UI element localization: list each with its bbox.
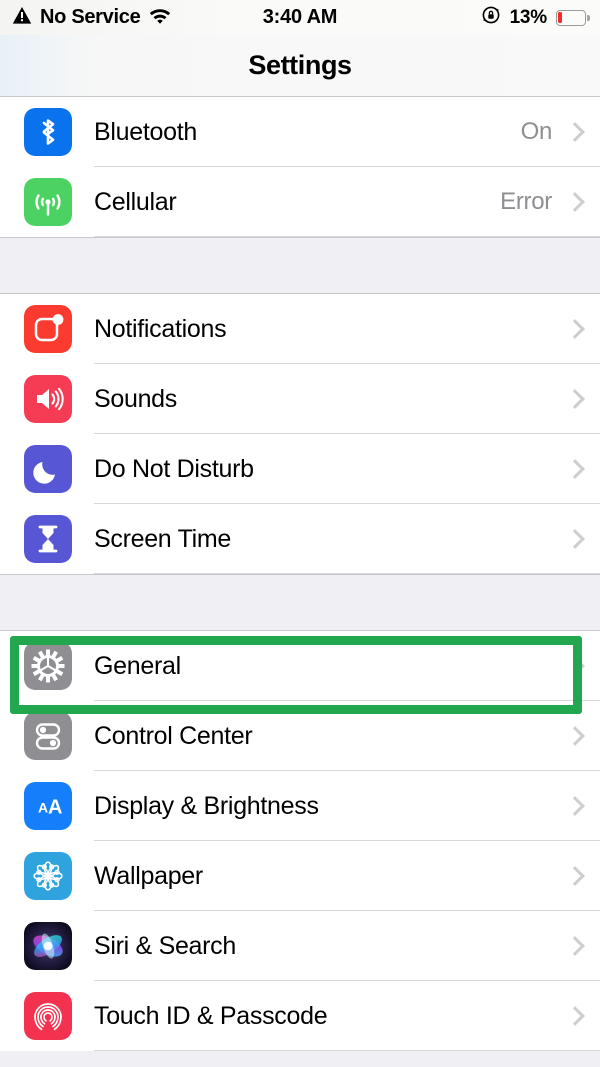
wallpaper-icon bbox=[24, 852, 72, 900]
settings-row-label: Bluetooth bbox=[94, 117, 197, 146]
chevron-right-icon bbox=[568, 319, 580, 339]
settings-row-label: General bbox=[94, 651, 181, 680]
row-separator bbox=[94, 1050, 600, 1051]
settings-row-label: Display & Brightness bbox=[94, 791, 319, 820]
siri-icon bbox=[24, 922, 72, 970]
settings-row-label: Control Center bbox=[94, 721, 253, 750]
settings-row-control-center[interactable]: Control Center bbox=[0, 701, 600, 771]
settings-row-accessory bbox=[568, 389, 580, 409]
chevron-right-icon bbox=[568, 1006, 580, 1026]
settings-group-system: General Control Center A A Display & Bri… bbox=[0, 631, 600, 1051]
screen-time-icon bbox=[24, 515, 72, 563]
chevron-right-icon bbox=[568, 726, 580, 746]
chevron-right-icon bbox=[568, 389, 580, 409]
settings-row-do-not-disturb[interactable]: Do Not Disturb bbox=[0, 434, 600, 504]
settings-row-label: Touch ID & Passcode bbox=[94, 1001, 328, 1030]
chevron-right-icon bbox=[568, 192, 580, 212]
do-not-disturb-icon bbox=[24, 445, 72, 493]
settings-row-accessory bbox=[568, 1006, 580, 1026]
settings-row-accessory: On bbox=[521, 118, 580, 146]
settings-row-bluetooth[interactable]: Bluetooth On bbox=[0, 97, 600, 167]
settings-row-accessory bbox=[568, 319, 580, 339]
gear-icon bbox=[24, 642, 72, 690]
chevron-right-icon bbox=[568, 529, 580, 549]
settings-row-label: Wallpaper bbox=[94, 861, 203, 890]
settings-row-cellular[interactable]: Cellular Error bbox=[0, 167, 600, 237]
battery-icon bbox=[556, 9, 590, 26]
settings-row-accessory bbox=[568, 936, 580, 956]
battery-percent-label: 13% bbox=[509, 6, 548, 28]
settings-row-general[interactable]: General bbox=[0, 631, 600, 701]
settings-row-label: Cellular bbox=[94, 187, 177, 216]
clock-label: 3:40 AM bbox=[262, 6, 338, 28]
chevron-right-icon bbox=[568, 936, 580, 956]
row-separator bbox=[94, 236, 600, 237]
settings-row-accessory: Error bbox=[500, 188, 580, 216]
settings-row-accessory bbox=[568, 796, 580, 816]
row-separator bbox=[94, 573, 600, 574]
settings-row-touch-id-passcode[interactable]: Touch ID & Passcode bbox=[0, 981, 600, 1051]
settings-row-label: Notifications bbox=[94, 314, 227, 343]
settings-row-accessory bbox=[568, 459, 580, 479]
chevron-right-icon bbox=[568, 122, 580, 142]
status-bar: No Service 3:40 AM 13% bbox=[0, 0, 600, 35]
settings-row-wallpaper[interactable]: Wallpaper bbox=[0, 841, 600, 911]
chevron-right-icon bbox=[568, 459, 580, 479]
bluetooth-icon bbox=[24, 108, 72, 156]
settings-row-accessory bbox=[568, 726, 580, 746]
settings-row-label: Do Not Disturb bbox=[94, 454, 254, 483]
display-icon: A A bbox=[24, 782, 72, 830]
settings-row-value: Error bbox=[500, 188, 552, 215]
settings-row-accessory bbox=[568, 866, 580, 886]
settings-row-accessory bbox=[568, 529, 580, 549]
iphone-settings-screen: No Service 3:40 AM 13% Settings Bluetoot… bbox=[0, 0, 600, 1067]
settings-group-alerts: Notifications Sounds Do Not Disturb Scre… bbox=[0, 294, 600, 574]
notifications-icon bbox=[24, 305, 72, 353]
sounds-icon bbox=[24, 375, 72, 423]
settings-row-screen-time[interactable]: Screen Time bbox=[0, 504, 600, 574]
chevron-right-icon bbox=[568, 866, 580, 886]
rotation-lock-icon bbox=[481, 5, 501, 30]
navigation-bar: Settings bbox=[0, 35, 600, 97]
settings-row-value: On bbox=[520, 118, 553, 145]
cellular-icon bbox=[24, 178, 72, 226]
chevron-right-icon bbox=[568, 656, 580, 676]
section-gap bbox=[0, 574, 600, 631]
settings-row-label: Sounds bbox=[94, 384, 177, 413]
page-title: Settings bbox=[248, 50, 352, 80]
section-gap bbox=[0, 237, 600, 294]
settings-row-accessory bbox=[568, 656, 580, 676]
settings-group-connectivity: Bluetooth On Cellular Error bbox=[0, 97, 600, 237]
settings-row-label: Screen Time bbox=[94, 524, 232, 553]
touch-id-icon bbox=[24, 992, 72, 1040]
chevron-right-icon bbox=[568, 796, 580, 816]
svg-text:A: A bbox=[38, 800, 48, 816]
settings-row-sounds[interactable]: Sounds bbox=[0, 364, 600, 434]
settings-row-notifications[interactable]: Notifications bbox=[0, 294, 600, 364]
svg-text:A: A bbox=[48, 797, 62, 819]
settings-list[interactable]: Bluetooth On Cellular Error Notification… bbox=[0, 97, 600, 1067]
control-center-icon bbox=[24, 712, 72, 760]
settings-row-label: Siri & Search bbox=[94, 931, 236, 960]
status-bar-right: 13% bbox=[481, 5, 590, 30]
settings-row-display-brightness[interactable]: A A Display & Brightness bbox=[0, 771, 600, 841]
settings-row-siri-search[interactable]: Siri & Search bbox=[0, 911, 600, 981]
